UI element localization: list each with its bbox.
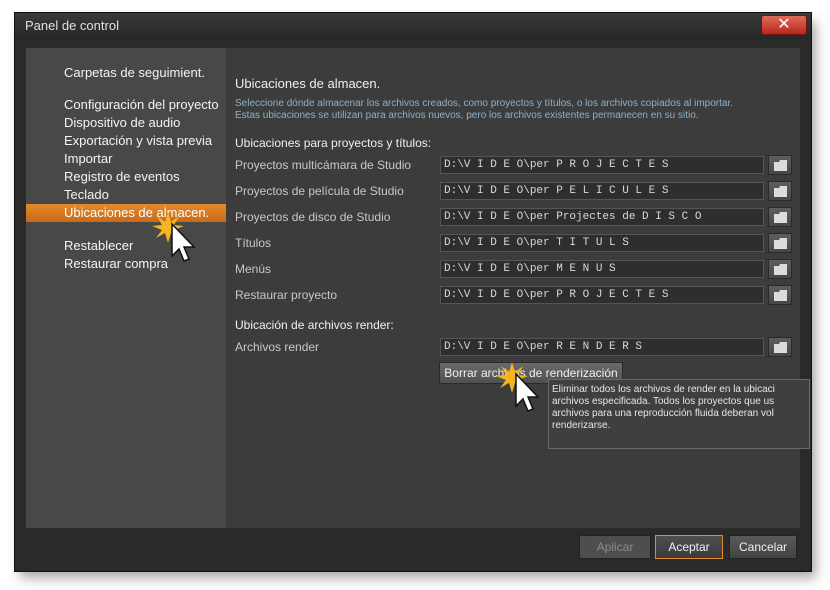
sidebar-item-import[interactable]: Importar [26, 150, 226, 168]
close-button[interactable]: ✕ [761, 15, 807, 35]
folder-icon [774, 212, 787, 223]
click-cursor-icon [152, 212, 196, 262]
sidebar-item-restore-purchase[interactable]: Restaurar compra [26, 255, 226, 273]
storage-locations-panel: Ubicaciones de almacen. Seleccione dónde… [226, 48, 800, 528]
window-title: Panel de control [25, 18, 119, 33]
panel-description: Seleccione dónde almacenar los archivos … [235, 98, 795, 122]
tooltip-line: Eliminar todos los archivos de render en… [552, 384, 775, 395]
browse-button-movie[interactable] [768, 181, 792, 201]
sidebar-item-audio-device[interactable]: Dispositivo de audio [26, 114, 226, 132]
sidebar-item-project-settings[interactable]: Configuración del proyecto [26, 96, 226, 114]
folder-icon [774, 342, 787, 353]
browse-button-render[interactable] [768, 337, 792, 357]
folder-icon [774, 290, 787, 301]
click-cursor-icon [496, 362, 540, 412]
browse-button-restore[interactable] [768, 285, 792, 305]
browse-button-menus[interactable] [768, 259, 792, 279]
path-field-menus[interactable]: D:\V I D E O\per M E N U S [440, 260, 764, 278]
folder-icon [774, 186, 787, 197]
folder-icon [774, 264, 787, 275]
browse-button-titles[interactable] [768, 233, 792, 253]
row-label-disc: Proyectos de disco de Studio [235, 210, 391, 224]
path-field-restore[interactable]: D:\V I D E O\per P R O J E C T E S [440, 286, 764, 304]
close-icon: ✕ [777, 16, 791, 33]
cancel-button[interactable]: Cancelar [729, 535, 797, 559]
accept-button[interactable]: Aceptar [655, 535, 723, 559]
row-label-multicam: Proyectos multicámara de Studio [235, 158, 412, 172]
control-panel-window: Panel de control ✕ Carpetas de seguimien… [14, 12, 812, 572]
folder-icon [774, 238, 787, 249]
description-line: Seleccione dónde almacenar los archivos … [235, 98, 734, 109]
sidebar-item-export-preview[interactable]: Exportación y vista previa [26, 132, 226, 150]
tooltip-line: renderizarse. [552, 420, 611, 431]
path-field-titles[interactable]: D:\V I D E O\per T I T U L S [440, 234, 764, 252]
path-field-disc[interactable]: D:\V I D E O\per Projectes de D I S C O [440, 208, 764, 226]
sidebar-item-event-log[interactable]: Registro de eventos [26, 168, 226, 186]
sidebar-item-storage-locations[interactable]: Ubicaciones de almacen. [26, 204, 226, 222]
row-label-restore: Restaurar proyecto [235, 288, 338, 302]
tooltip-line: archivos para una reproducción fluida de… [552, 408, 774, 419]
path-field-render[interactable]: D:\V I D E O\per R E N D E R S [440, 338, 764, 356]
row-label-titles: Títulos [235, 236, 272, 250]
sidebar-item-reset[interactable]: Restablecer [26, 237, 226, 255]
apply-button[interactable]: Aplicar [579, 535, 651, 559]
panel-title: Ubicaciones de almacen. [235, 76, 381, 91]
path-field-movie[interactable]: D:\V I D E O\per P E L I C U L E S [440, 182, 764, 200]
row-label-movie: Proyectos de película de Studio [235, 184, 404, 198]
sidebar: Carpetas de seguimient. Configuración de… [26, 48, 226, 528]
browse-button-disc[interactable] [768, 207, 792, 227]
row-label-menus: Menús [235, 262, 272, 276]
path-field-multicam[interactable]: D:\V I D E O\per P R O J E C T E S [440, 156, 764, 174]
browse-button-multicam[interactable] [768, 155, 792, 175]
sidebar-item-keyboard[interactable]: Teclado [26, 186, 226, 204]
row-label-render: Archivos render [235, 340, 320, 354]
clear-render-tooltip: Eliminar todos los archivos de render en… [548, 379, 810, 449]
description-line: Estas ubicaciones se utilizan para archi… [235, 110, 699, 121]
render-section-heading: Ubicación de archivos render: [235, 318, 394, 332]
projects-section-heading: Ubicaciones para proyectos y títulos: [235, 136, 432, 150]
folder-icon [774, 160, 787, 171]
title-bar: Panel de control ✕ [15, 13, 811, 39]
sidebar-item-tracking-folders[interactable]: Carpetas de seguimient. [26, 64, 226, 82]
tooltip-line: archivos especificada. Todos los proyect… [552, 396, 775, 407]
